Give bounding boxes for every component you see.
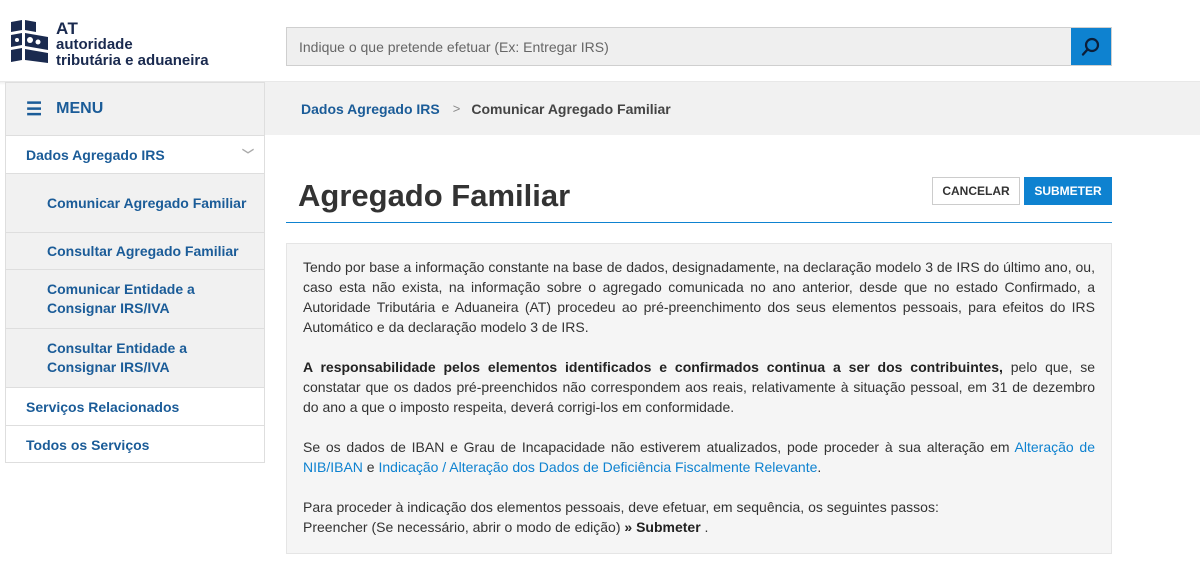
sidebar-link-label: Todos os Serviços: [26, 437, 150, 453]
breadcrumb-link-dados-agregado[interactable]: Dados Agregado IRS: [301, 101, 440, 117]
search-input[interactable]: [287, 28, 1071, 65]
link-dados-deficiencia[interactable]: Indicação / Alteração dos Dados de Defic…: [378, 459, 817, 475]
at-logo[interactable]: AT autoridade tributária e aduaneira: [8, 18, 238, 69]
logo-line-2: tributária e aduaneira: [56, 52, 209, 69]
info-text: e: [362, 459, 379, 475]
info-text: .: [817, 459, 822, 475]
info-paragraph-2: A responsabilidade pelos elementos ident…: [303, 357, 1095, 417]
logo-line-1: autoridade: [56, 36, 133, 53]
logo-at: AT: [56, 19, 79, 38]
menu-toggle[interactable]: ☰ MENU: [6, 83, 264, 136]
info-panel: Tendo por base a informação constante na…: [286, 243, 1112, 554]
breadcrumb: Dados Agregado IRS > Comunicar Agregado …: [265, 82, 1200, 135]
info-bold-text: A responsabilidade pelos elementos ident…: [303, 359, 1003, 375]
sidebar-submenu: Comunicar Agregado Familiar Consultar Ag…: [6, 174, 264, 388]
info-paragraph-1: Tendo por base a informação constante na…: [303, 257, 1095, 337]
search-icon: [1081, 37, 1100, 56]
sidebar-link-label: Serviços Relacionados: [26, 398, 180, 415]
sidebar-item-consultar-agregado[interactable]: Consultar Agregado Familiar: [6, 233, 264, 270]
info-text: Para proceder à indicação dos elementos …: [303, 499, 939, 515]
info-text: Tendo por base a informação constante na…: [303, 259, 1095, 335]
breadcrumb-separator: >: [452, 101, 461, 116]
chevron-down-icon: ﹀: [241, 148, 254, 162]
sidebar-item-comunicar-entidade[interactable]: Comunicar Entidade a Consignar IRS/IVA: [6, 270, 264, 329]
sidebar-section-label: Dados Agregado IRS: [26, 146, 165, 163]
logo-text: AT autoridade tributária e aduaneira: [56, 19, 209, 69]
submit-button[interactable]: SUBMETER: [1024, 177, 1112, 205]
sidebar-item-label: Consultar Entidade a Consignar IRS/IVA: [47, 340, 188, 375]
info-text: Se os dados de IBAN e Grau de Incapacida…: [303, 439, 1015, 455]
sidebar-item-comunicar-agregado[interactable]: Comunicar Agregado Familiar: [6, 174, 264, 233]
search-bar: [286, 27, 1112, 66]
hamburger-icon: ☰: [26, 98, 43, 119]
header: AT autoridade tributária e aduaneira: [0, 0, 1200, 85]
search-button[interactable]: [1071, 28, 1111, 65]
info-paragraph-4: Para proceder à indicação dos elementos …: [303, 497, 1095, 537]
page-title: Agregado Familiar: [298, 178, 571, 213]
sidebar-item-label: Consultar Agregado Familiar: [47, 242, 239, 259]
sidebar-item-todos-servicos[interactable]: Todos os Serviços: [6, 426, 264, 464]
at-emblem-icon: [11, 20, 48, 63]
title-divider: [286, 222, 1112, 223]
info-text: .: [700, 519, 709, 535]
sidebar-item-label: Comunicar Agregado Familiar: [47, 194, 247, 211]
sidebar-item-servicos-relacionados[interactable]: Serviços Relacionados: [6, 388, 264, 426]
sidebar-item-label: Comunicar Entidade a Consignar IRS/IVA: [47, 281, 195, 316]
sidebar-section-dados-agregado[interactable]: Dados Agregado IRS ﹀: [6, 136, 264, 174]
breadcrumb-current: Comunicar Agregado Familiar: [471, 100, 671, 117]
sidebar-menu: ☰ MENU Dados Agregado IRS ﹀ Comunicar Ag…: [5, 82, 265, 463]
info-paragraph-3: Se os dados de IBAN e Grau de Incapacida…: [303, 437, 1095, 477]
menu-label: MENU: [56, 100, 104, 117]
cancel-button[interactable]: CANCELAR: [932, 177, 1020, 205]
info-text: Preencher (Se necessário, abrir o modo d…: [303, 519, 625, 535]
sidebar-item-consultar-entidade[interactable]: Consultar Entidade a Consignar IRS/IVA: [6, 329, 264, 388]
info-bold-text: » Submeter: [624, 519, 701, 535]
